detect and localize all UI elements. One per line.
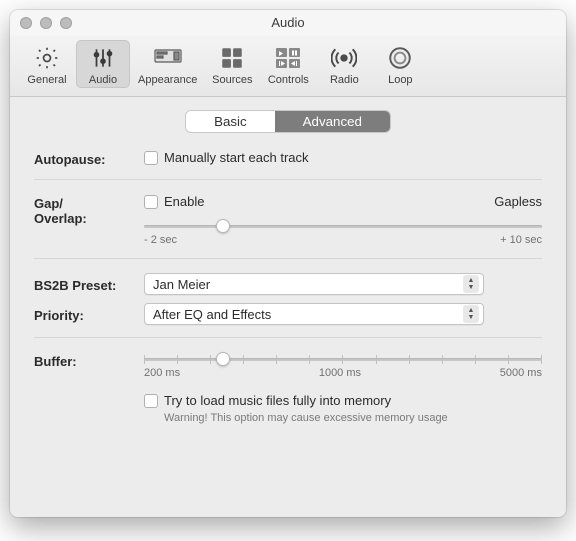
puzzle-icon bbox=[218, 44, 246, 72]
toolbar-appearance[interactable]: Appearance bbox=[132, 40, 203, 88]
radio-icon bbox=[330, 44, 358, 72]
toolbar-general[interactable]: General bbox=[20, 40, 74, 88]
toolbar-label: Controls bbox=[268, 74, 309, 86]
autopause-checkbox[interactable] bbox=[144, 151, 158, 165]
priority-select[interactable]: After EQ and Effects ▲▼ bbox=[144, 303, 484, 325]
bs2b-select[interactable]: Jan Meier ▲▼ bbox=[144, 273, 484, 295]
gap-label: Gap/ Overlap: bbox=[34, 194, 144, 226]
select-arrows-icon: ▲▼ bbox=[463, 275, 479, 293]
toolbar-label: General bbox=[27, 74, 66, 86]
buffer-label: Buffer: bbox=[34, 352, 144, 369]
toolbar-label: Sources bbox=[212, 74, 252, 86]
window-title: Audio bbox=[10, 15, 566, 30]
gap-slider[interactable] bbox=[144, 225, 542, 228]
priority-label: Priority: bbox=[34, 306, 144, 323]
toolbar-sources[interactable]: Sources bbox=[205, 40, 259, 88]
loop-icon bbox=[386, 44, 414, 72]
buffer-tick-5000: 5000 ms bbox=[500, 367, 542, 379]
buffer-tick-1000: 1000 ms bbox=[319, 367, 361, 379]
tab-advanced[interactable]: Advanced bbox=[275, 111, 390, 132]
gap-enable-label: Enable bbox=[164, 194, 204, 209]
playback-icon bbox=[274, 44, 302, 72]
divider bbox=[34, 258, 542, 259]
autopause-label: Autopause: bbox=[34, 150, 144, 167]
buffer-slider[interactable] bbox=[144, 358, 542, 361]
titlebar: Audio bbox=[10, 10, 566, 36]
buffer-slider-thumb[interactable] bbox=[216, 352, 230, 366]
content-pane: Basic Advanced Autopause: Manually start… bbox=[10, 97, 566, 517]
sliders-icon bbox=[89, 44, 117, 72]
autopause-checkbox-row[interactable]: Manually start each track bbox=[144, 150, 542, 165]
gap-enable-checkbox[interactable] bbox=[144, 195, 158, 209]
toolbar-controls[interactable]: Controls bbox=[261, 40, 315, 88]
gap-min-label: - 2 sec bbox=[144, 234, 177, 246]
toolbar-label: Appearance bbox=[138, 74, 197, 86]
tab-segmented-control: Basic Advanced bbox=[34, 111, 542, 132]
appearance-icon bbox=[154, 44, 182, 72]
memory-checkbox[interactable] bbox=[144, 394, 158, 408]
gapless-label: Gapless bbox=[494, 194, 542, 209]
gap-enable-row[interactable]: Enable bbox=[144, 194, 204, 209]
toolbar-label: Audio bbox=[89, 74, 117, 86]
toolbar-label: Loop bbox=[388, 74, 412, 86]
toolbar-audio[interactable]: Audio bbox=[76, 40, 130, 88]
toolbar-radio[interactable]: Radio bbox=[317, 40, 371, 88]
gear-icon bbox=[33, 44, 61, 72]
preferences-window: Audio General Audio Appearance Sources bbox=[10, 10, 566, 517]
toolbar-label: Radio bbox=[330, 74, 359, 86]
gap-slider-thumb[interactable] bbox=[216, 219, 230, 233]
bs2b-value: Jan Meier bbox=[153, 277, 210, 292]
buffer-tick-200: 200 ms bbox=[144, 367, 180, 379]
gap-max-label: + 10 sec bbox=[500, 234, 542, 246]
priority-value: After EQ and Effects bbox=[153, 307, 271, 322]
divider bbox=[34, 337, 542, 338]
autopause-checkbox-label: Manually start each track bbox=[164, 150, 309, 165]
memory-checkbox-label: Try to load music files fully into memor… bbox=[164, 393, 391, 408]
memory-checkbox-row[interactable]: Try to load music files fully into memor… bbox=[144, 393, 542, 408]
bs2b-label: BS2B Preset: bbox=[34, 276, 144, 293]
preferences-toolbar: General Audio Appearance Sources Control… bbox=[10, 36, 566, 97]
memory-warning: Warning! This option may cause excessive… bbox=[164, 412, 542, 424]
divider bbox=[34, 179, 542, 180]
toolbar-loop[interactable]: Loop bbox=[373, 40, 427, 88]
select-arrows-icon: ▲▼ bbox=[463, 305, 479, 323]
tab-basic[interactable]: Basic bbox=[186, 111, 275, 132]
